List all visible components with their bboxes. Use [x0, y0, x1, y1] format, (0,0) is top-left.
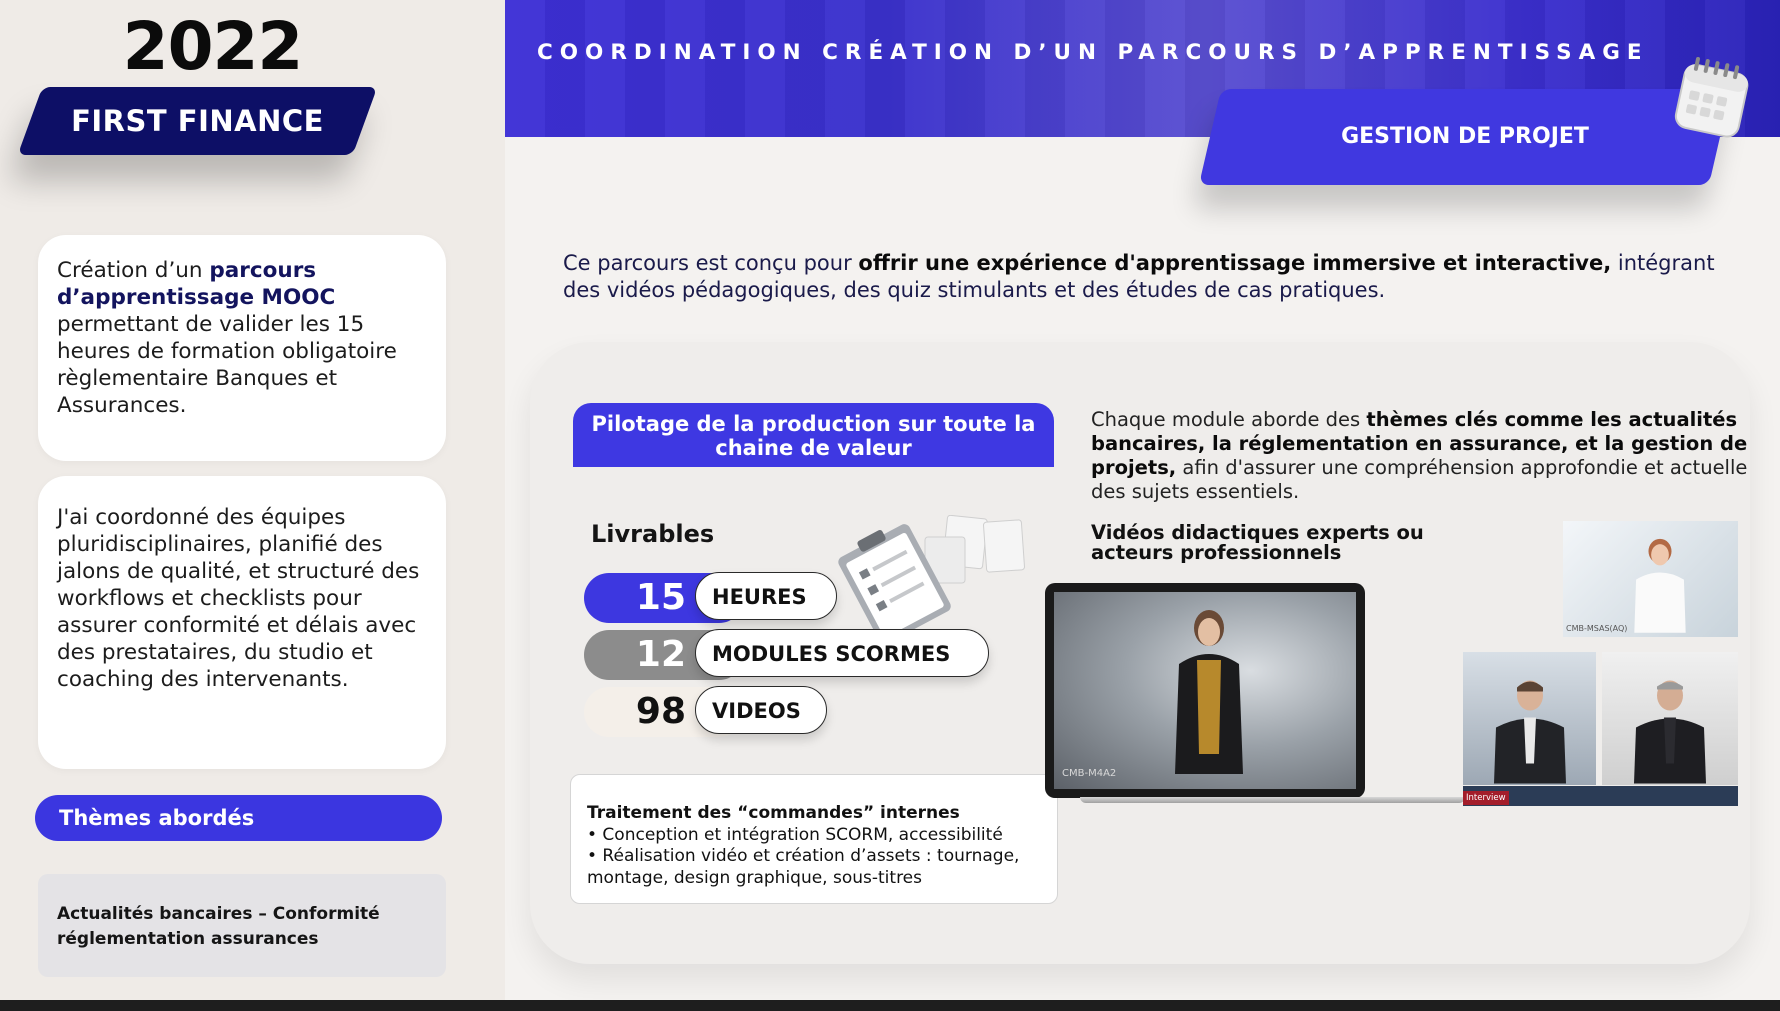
presenter-figure — [1634, 680, 1706, 784]
project-tab-label: GESTION DE PROJET — [1341, 124, 1589, 149]
page-title: COORDINATION CRÉATION D’UN PARCOURS D’AP… — [537, 40, 1649, 65]
laptop-video-preview: CMB-M4A2 — [1045, 583, 1365, 798]
left-panel: 2022 FIRST FINANCE Création d’un parcour… — [0, 0, 505, 1000]
role-description: J'ai coordonné des équipes pluridiscipli… — [57, 505, 420, 692]
mooc-description-card: Création d’un parcours d’apprentissage M… — [38, 235, 446, 461]
stat-videos-label: VIDEOS — [695, 686, 827, 734]
video-caption: CMB-M4A2 — [1062, 768, 1117, 779]
stat-hours-value: 15 — [635, 577, 686, 618]
modules-description: Chaque module aborde des thèmes clés com… — [1091, 408, 1748, 503]
presenter-figure — [1634, 538, 1686, 633]
interview-label: Interview — [1463, 791, 1509, 805]
themes-box: Actualités bancaires – Conformité réglem… — [38, 874, 446, 977]
themes-heading: Thèmes abordés — [35, 795, 442, 841]
video-thumbnail: CMB-MSAS(AQ) — [1563, 521, 1738, 637]
stat-modules-label: MODULES SCORMES — [695, 629, 989, 677]
orders-item: • Réalisation vidéo et création d’assets… — [587, 846, 1020, 888]
orders-title: Traitement des “commandes” internes — [587, 803, 960, 823]
stat-hours-label: HEURES — [695, 572, 837, 620]
orders-item: • Conception et intégration SCORM, acces… — [587, 824, 1003, 845]
stat-modules-value: 12 — [635, 634, 686, 675]
production-heading: Pilotage de la production sur toute la c… — [573, 403, 1054, 467]
video-still: CMB-M4A2 — [1054, 592, 1356, 789]
slide: 2022 FIRST FINANCE Création d’un parcour… — [0, 0, 1780, 1000]
company-name: FIRST FINANCE — [71, 104, 324, 138]
interview-thumbnail — [1463, 652, 1596, 785]
presenter-figure — [1494, 680, 1566, 784]
stat-videos-value: 98 — [635, 691, 686, 732]
mooc-description: Création d’un parcours d’apprentissage M… — [57, 258, 397, 418]
bottom-bar — [0, 1000, 1780, 1011]
videos-heading: Vidéos didactiques experts ou acteurs pr… — [1091, 521, 1424, 564]
presenter-figure — [1175, 610, 1243, 774]
interview-thumbnail — [1602, 652, 1738, 785]
deliverables-label: Livrables — [591, 520, 715, 548]
checklist-illustration-icon — [838, 515, 1025, 635]
themes-text: Actualités bancaires – Conformité réglem… — [57, 904, 380, 949]
thumbnail-caption: CMB-MSAS(AQ) — [1566, 624, 1628, 633]
orders-box: Traitement des “commandes” internes • Co… — [570, 774, 1058, 904]
calendar-icon — [1674, 57, 1749, 138]
right-panel: COORDINATION CRÉATION D’UN PARCOURS D’AP… — [505, 0, 1780, 1000]
year-heading: 2022 — [122, 8, 304, 85]
intro-text: Ce parcours est conçu pour offrir une ex… — [563, 251, 1715, 302]
role-description-card: J'ai coordonné des équipes pluridiscipli… — [38, 476, 446, 769]
laptop-base — [1080, 797, 1465, 803]
